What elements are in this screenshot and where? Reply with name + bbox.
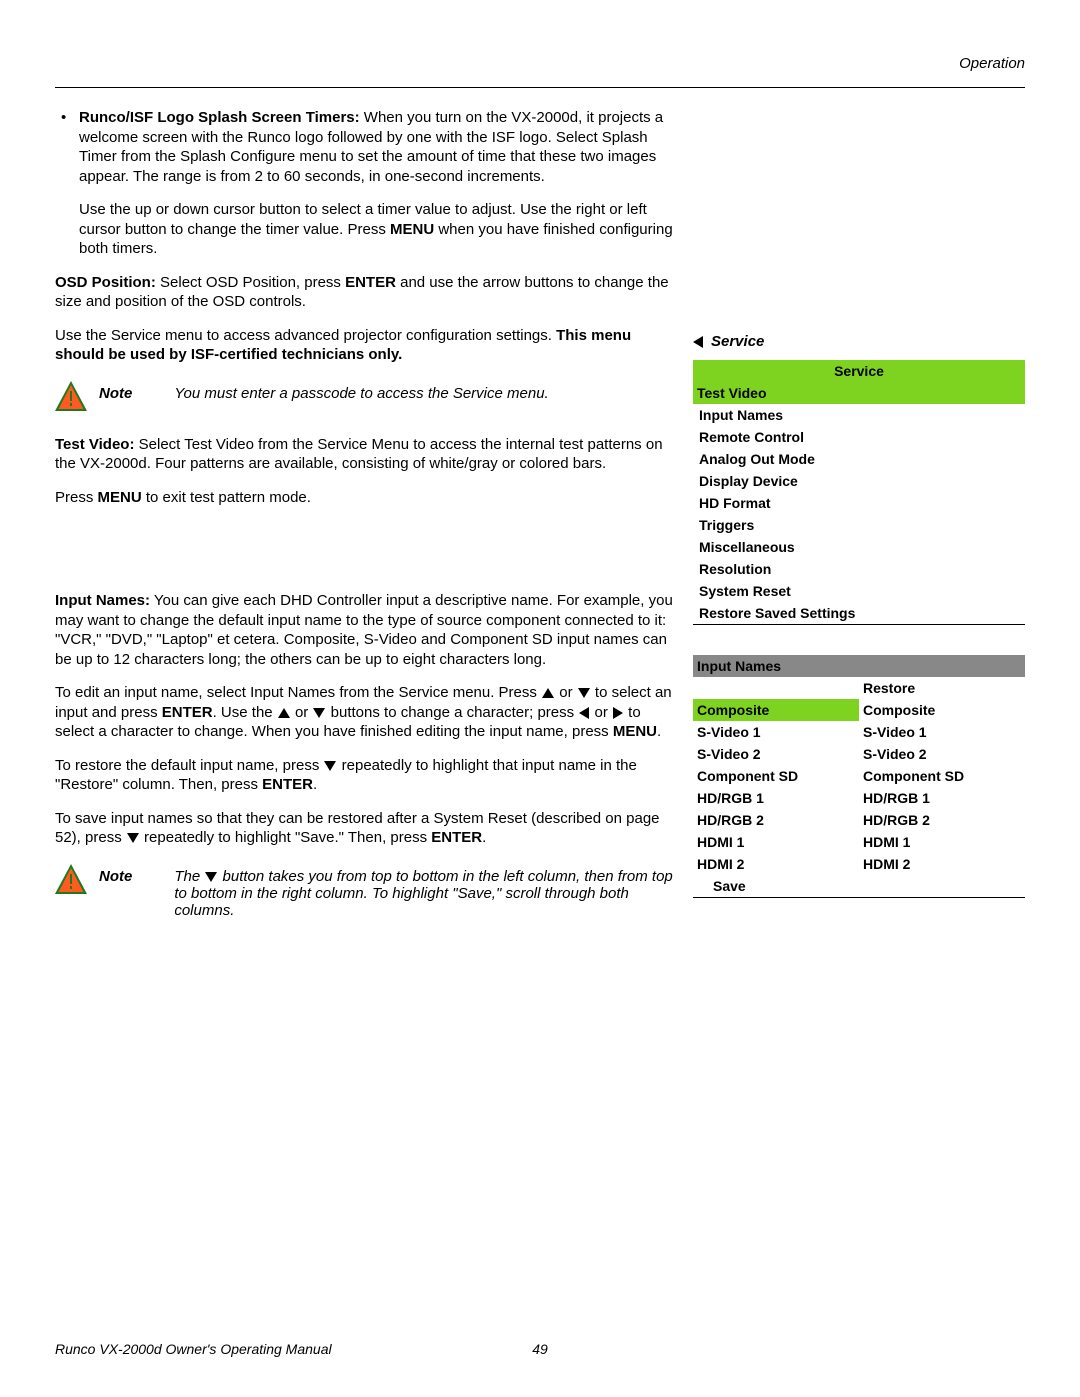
service-menu-item: Analog Out Mode bbox=[693, 448, 1025, 470]
arrow-left-icon bbox=[579, 707, 589, 719]
arrow-right-icon bbox=[613, 707, 623, 719]
footer: Runco VX-2000d Owner's Operating Manual … bbox=[55, 1341, 1025, 1357]
service-menu-item: Miscellaneous bbox=[693, 536, 1025, 558]
service-menu-item: HD Format bbox=[693, 492, 1025, 514]
para-inputnames: Input Names: You can give each DHD Contr… bbox=[55, 591, 675, 669]
input-names-row: HD/RGB 2HD/RGB 2 bbox=[693, 809, 1025, 831]
input-names-row: S-Video 1S-Video 1 bbox=[693, 721, 1025, 743]
service-menu-selected: Test Video bbox=[693, 382, 1025, 404]
arrow-down-icon bbox=[127, 833, 139, 843]
content-columns: Runco/ISF Logo Splash Screen Timers: Whe… bbox=[55, 108, 1025, 933]
arrow-down-icon bbox=[313, 708, 325, 718]
top-rule bbox=[55, 87, 1025, 88]
page-number: 49 bbox=[532, 1341, 548, 1357]
arrow-down-icon bbox=[324, 761, 336, 771]
arrow-up-icon bbox=[542, 688, 554, 698]
service-menu-title-row: Service bbox=[693, 360, 1025, 382]
para-edit: To edit an input name, select Input Name… bbox=[55, 683, 675, 742]
warning-icon bbox=[55, 381, 87, 411]
note-label: Note bbox=[99, 379, 132, 402]
arrow-up-icon bbox=[278, 708, 290, 718]
sidebar-column: Service Service Test Video Input Names R… bbox=[693, 108, 1025, 933]
footer-title: Runco VX-2000d Owner's Operating Manual bbox=[55, 1341, 332, 1357]
para-press-menu: Press MENU to exit test pattern mode. bbox=[55, 488, 675, 508]
input-names-table: Input Names Restore CompositeComposite S… bbox=[693, 655, 1025, 898]
note-passcode: Note You must enter a passcode to access… bbox=[55, 379, 675, 411]
arrow-down-icon bbox=[578, 688, 590, 698]
input-names-header: Input Names bbox=[693, 655, 1025, 677]
service-menu-item: Triggers bbox=[693, 514, 1025, 536]
para-restore: To restore the default input name, press… bbox=[55, 756, 675, 795]
input-names-row: HDMI 2HDMI 2 bbox=[693, 853, 1025, 875]
input-names-row: Component SDComponent SD bbox=[693, 765, 1025, 787]
note-text: You must enter a passcode to access the … bbox=[174, 379, 675, 402]
para-save: To save input names so that they can be … bbox=[55, 809, 675, 848]
header-section: Operation bbox=[55, 55, 1025, 72]
service-menu-item: System Reset bbox=[693, 580, 1025, 602]
arrow-down-icon bbox=[205, 872, 217, 882]
para-osd: OSD Position: Select OSD Position, press… bbox=[55, 273, 675, 312]
service-menu-item: Remote Control bbox=[693, 426, 1025, 448]
service-menu-item: Resolution bbox=[693, 558, 1025, 580]
input-names-restore-row: Restore bbox=[693, 677, 1025, 699]
service-menu-item: Restore Saved Settings bbox=[693, 602, 1025, 625]
para-cursor: Use the up or down cursor button to sele… bbox=[55, 200, 675, 259]
page: Operation Runco/ISF Logo Splash Screen T… bbox=[0, 0, 1080, 1397]
warning-icon bbox=[55, 864, 87, 894]
service-menu-table: Service Test Video Input Names Remote Co… bbox=[693, 360, 1025, 625]
service-menu-item: Input Names bbox=[693, 404, 1025, 426]
input-names-save-row: Save bbox=[693, 875, 1025, 898]
main-text-column: Runco/ISF Logo Splash Screen Timers: Whe… bbox=[55, 108, 675, 933]
note-label: Note bbox=[99, 862, 132, 885]
input-names-row: S-Video 2S-Video 2 bbox=[693, 743, 1025, 765]
note-nav: Note The button takes you from top to bo… bbox=[55, 862, 675, 919]
service-heading: Service bbox=[693, 333, 1025, 350]
input-names-row: HD/RGB 1HD/RGB 1 bbox=[693, 787, 1025, 809]
input-names-selected-row: CompositeComposite bbox=[693, 699, 1025, 721]
bullet-splash-timers: Runco/ISF Logo Splash Screen Timers: Whe… bbox=[55, 108, 675, 186]
para-testvideo: Test Video: Select Test Video from the S… bbox=[55, 435, 675, 474]
para-service-intro: Use the Service menu to access advanced … bbox=[55, 326, 675, 365]
input-names-row: HDMI 1HDMI 1 bbox=[693, 831, 1025, 853]
service-menu-item: Display Device bbox=[693, 470, 1025, 492]
bullet-title: Runco/ISF Logo Splash Screen Timers: bbox=[79, 109, 360, 126]
note-text: The button takes you from top to bottom … bbox=[174, 862, 675, 919]
